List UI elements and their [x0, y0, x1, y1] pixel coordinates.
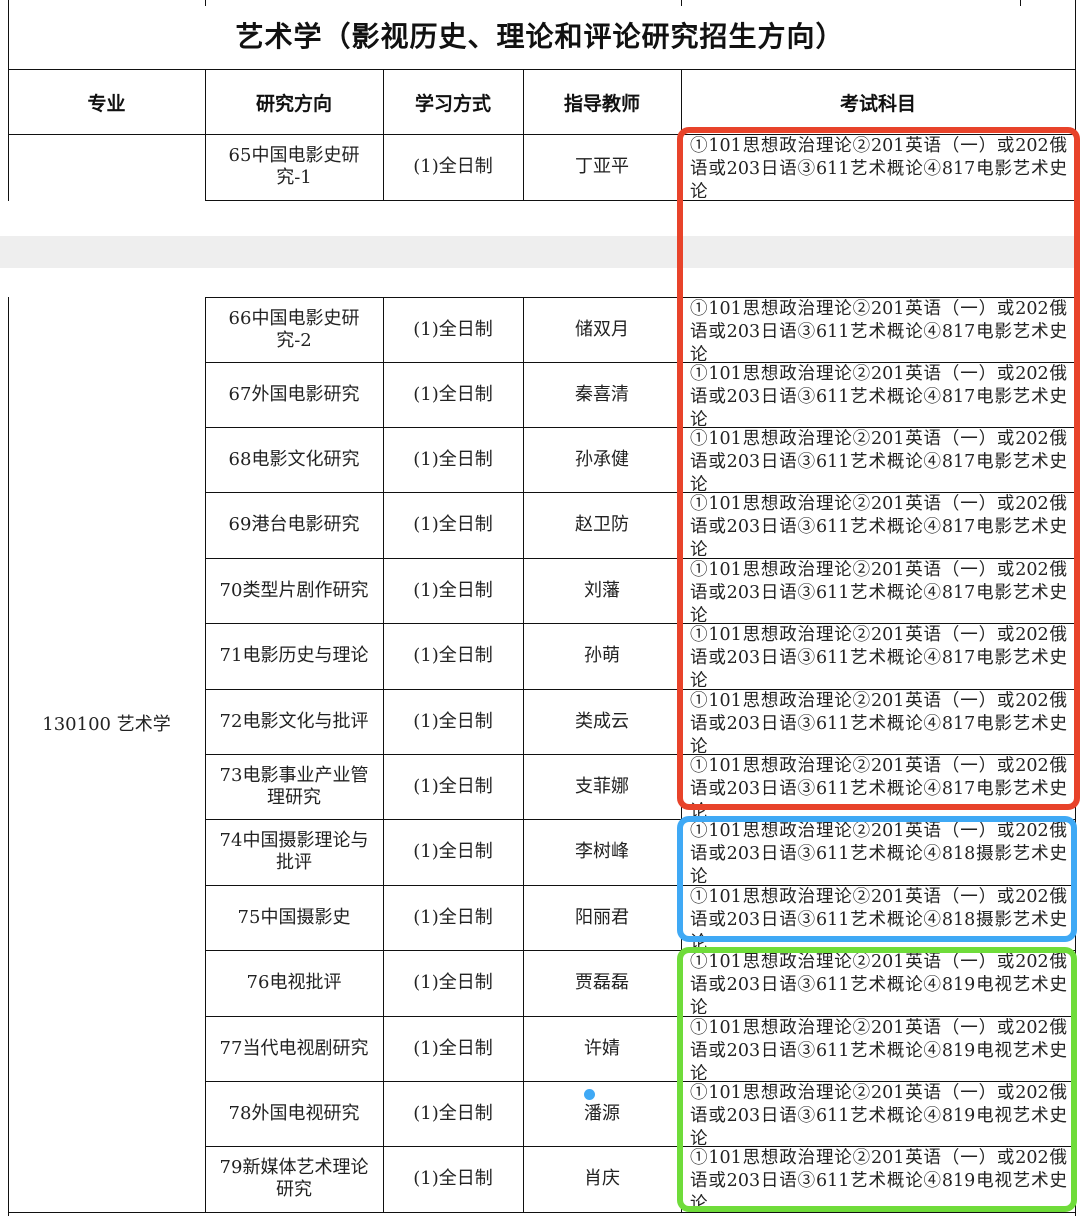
cell-mode: (1)全日制 — [413, 448, 493, 470]
cell-mode: (1)全日制 — [413, 514, 493, 535]
cell-direction: 74中国摄影理论与批评 — [219, 830, 369, 873]
cell-advisor: 丁亚平 — [575, 156, 629, 177]
cell-mode: (1)全日制 — [413, 579, 493, 601]
column-divider — [205, 297, 206, 1213]
cell-direction: 77当代电视剧研究 — [219, 1037, 369, 1059]
row-divider — [8, 1212, 1075, 1213]
column-divider — [205, 70, 206, 201]
cell-direction: 66中国电影史研究-2 — [228, 307, 360, 351]
cell-mode: (1)全日制 — [413, 710, 493, 732]
column-divider — [205, 0, 206, 6]
header-exam: 考试科目 — [839, 92, 916, 115]
cell-mode: (1)全日制 — [413, 1168, 493, 1189]
photography-exam-highlight — [677, 816, 1077, 942]
cell-advisor: 孙萌 — [584, 645, 620, 666]
cell-direction: 68电影文化研究 — [228, 448, 360, 470]
cell-mode: (1)全日制 — [413, 383, 493, 405]
column-divider — [523, 70, 524, 201]
header-mode: 学习方式 — [414, 92, 491, 115]
cell-advisor: 潘源 — [584, 1102, 620, 1124]
cell-advisor: 孙承健 — [575, 448, 629, 470]
television-exam-highlight — [677, 947, 1077, 1212]
cell-advisor: 支菲娜 — [575, 775, 629, 797]
cell-mode: (1)全日制 — [413, 775, 493, 797]
cell-mode: (1)全日制 — [413, 156, 493, 177]
film-history-exam-highlight — [677, 127, 1080, 810]
cell-advisor: 阳丽君 — [575, 906, 629, 928]
cell-advisor: 类成云 — [575, 710, 629, 732]
cell-advisor: 刘藩 — [584, 579, 620, 601]
cell-mode: (1)全日制 — [413, 318, 493, 340]
table-title: 艺术学（影视历史、理论和评论研究招生方向） — [235, 20, 845, 53]
column-divider — [383, 297, 384, 1213]
column-divider — [8, 297, 9, 1216]
cell-direction: 75中国摄影史 — [237, 906, 351, 928]
cell-direction: 70类型片剧作研究 — [219, 579, 369, 601]
cell-direction: 71电影历史与理论 — [219, 645, 369, 666]
major-cell: 130100 艺术学 — [42, 714, 171, 735]
cell-direction: 73电影事业产业管理研究 — [219, 764, 369, 808]
cell-direction: 78外国电视研究 — [228, 1102, 360, 1124]
cell-advisor: 储双月 — [575, 318, 629, 340]
marker-dot — [584, 1089, 595, 1100]
cell-direction: 65中国电影史研究-1 — [228, 145, 360, 188]
column-divider — [8, 0, 9, 201]
cell-direction: 67外国电影研究 — [228, 383, 360, 405]
cell-mode: (1)全日制 — [413, 645, 493, 666]
column-divider — [1020, 0, 1021, 6]
column-divider — [523, 297, 524, 1213]
cell-direction: 79新媒体艺术理论研究 — [219, 1157, 369, 1200]
cell-advisor: 秦喜清 — [575, 383, 629, 405]
cell-direction: 76电视批评 — [246, 972, 342, 993]
cell-mode: (1)全日制 — [413, 841, 493, 862]
header-major: 专业 — [87, 92, 126, 115]
column-divider — [681, 0, 682, 6]
cell-mode: (1)全日制 — [413, 972, 493, 993]
column-divider — [383, 70, 384, 201]
cell-advisor: 许婧 — [584, 1037, 620, 1059]
cell-advisor: 赵卫防 — [575, 514, 629, 535]
cell-mode: (1)全日制 — [413, 906, 493, 928]
cell-mode: (1)全日制 — [413, 1037, 493, 1059]
cell-advisor: 李树峰 — [575, 841, 629, 862]
cell-advisor: 贾磊磊 — [575, 972, 629, 993]
cell-mode: (1)全日制 — [413, 1102, 493, 1124]
header-advisor: 指导教师 — [563, 92, 640, 115]
cell-direction: 69港台电影研究 — [228, 514, 360, 535]
cell-advisor: 肖庆 — [584, 1168, 620, 1189]
row-divider — [8, 69, 1075, 70]
header-direction: 研究方向 — [255, 92, 332, 115]
cell-direction: 72电影文化与批评 — [219, 710, 369, 732]
